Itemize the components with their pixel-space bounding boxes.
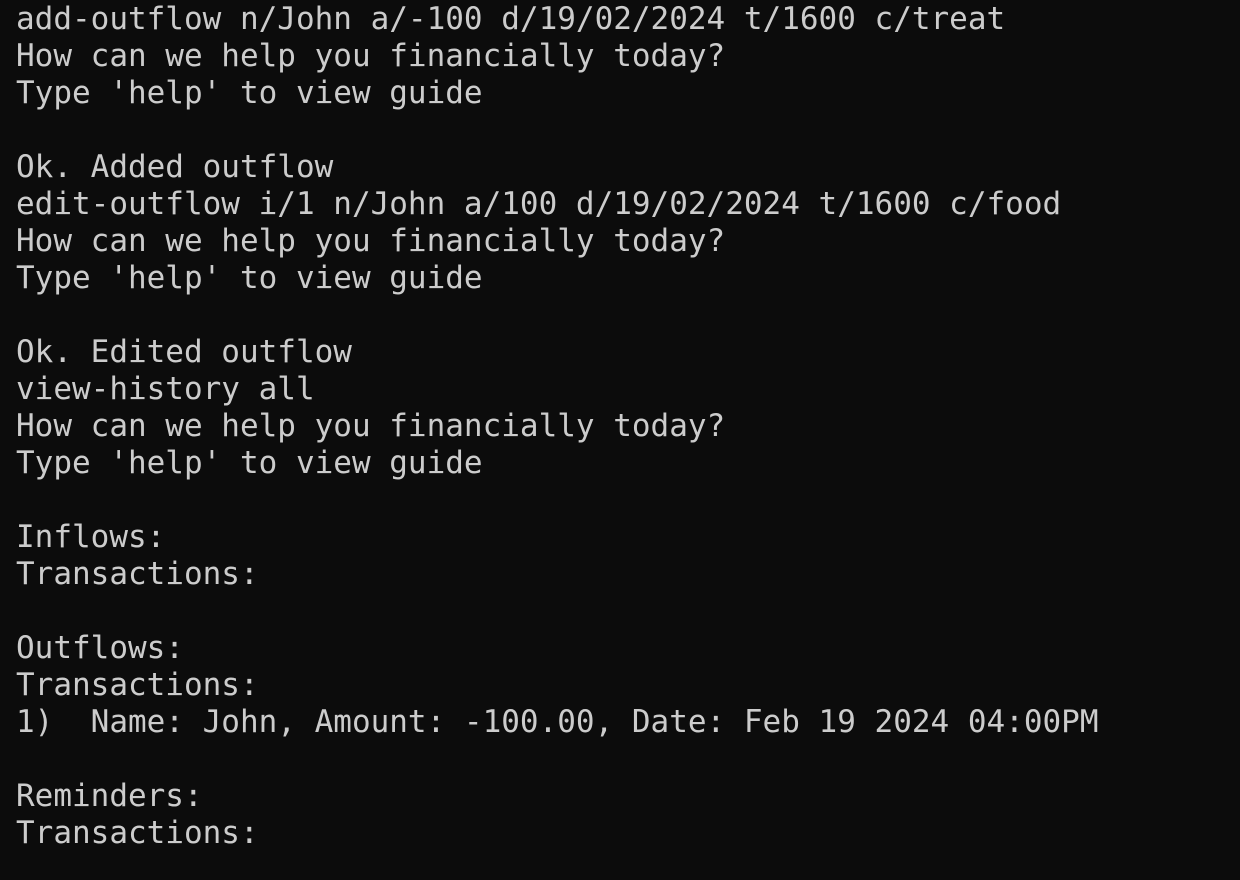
- terminal-line: edit-outflow i/1 n/John a/100 d/19/02/20…: [16, 186, 1062, 222]
- terminal-line: Transactions:: [16, 815, 259, 851]
- terminal-line: view-history all: [16, 371, 315, 407]
- terminal-line: Transactions:: [16, 667, 259, 703]
- terminal-line: Type 'help' to view guide: [16, 445, 483, 481]
- terminal-window[interactable]: add-outflow n/John a/-100 d/19/02/2024 t…: [0, 0, 1240, 880]
- terminal-line: Type 'help' to view guide: [16, 260, 483, 296]
- terminal-line: Ok. Edited outflow: [16, 334, 352, 370]
- terminal-line: How can we help you financially today?: [16, 38, 726, 74]
- terminal-line: Inflows:: [16, 519, 166, 555]
- terminal-line: 1) Name: John, Amount: -100.00, Date: Fe…: [16, 704, 1099, 740]
- terminal-line: How can we help you financially today?: [16, 223, 726, 259]
- terminal-output: add-outflow n/John a/-100 d/19/02/2024 t…: [16, 1, 1099, 852]
- terminal-line: Reminders:: [16, 778, 203, 814]
- terminal-line: Type 'help' to view guide: [16, 75, 483, 111]
- terminal-line: Outflows:: [16, 630, 184, 666]
- terminal-line: add-outflow n/John a/-100 d/19/02/2024 t…: [16, 1, 1006, 37]
- terminal-line: Transactions:: [16, 556, 259, 592]
- terminal-line: How can we help you financially today?: [16, 408, 726, 444]
- terminal-line: Ok. Added outflow: [16, 149, 334, 185]
